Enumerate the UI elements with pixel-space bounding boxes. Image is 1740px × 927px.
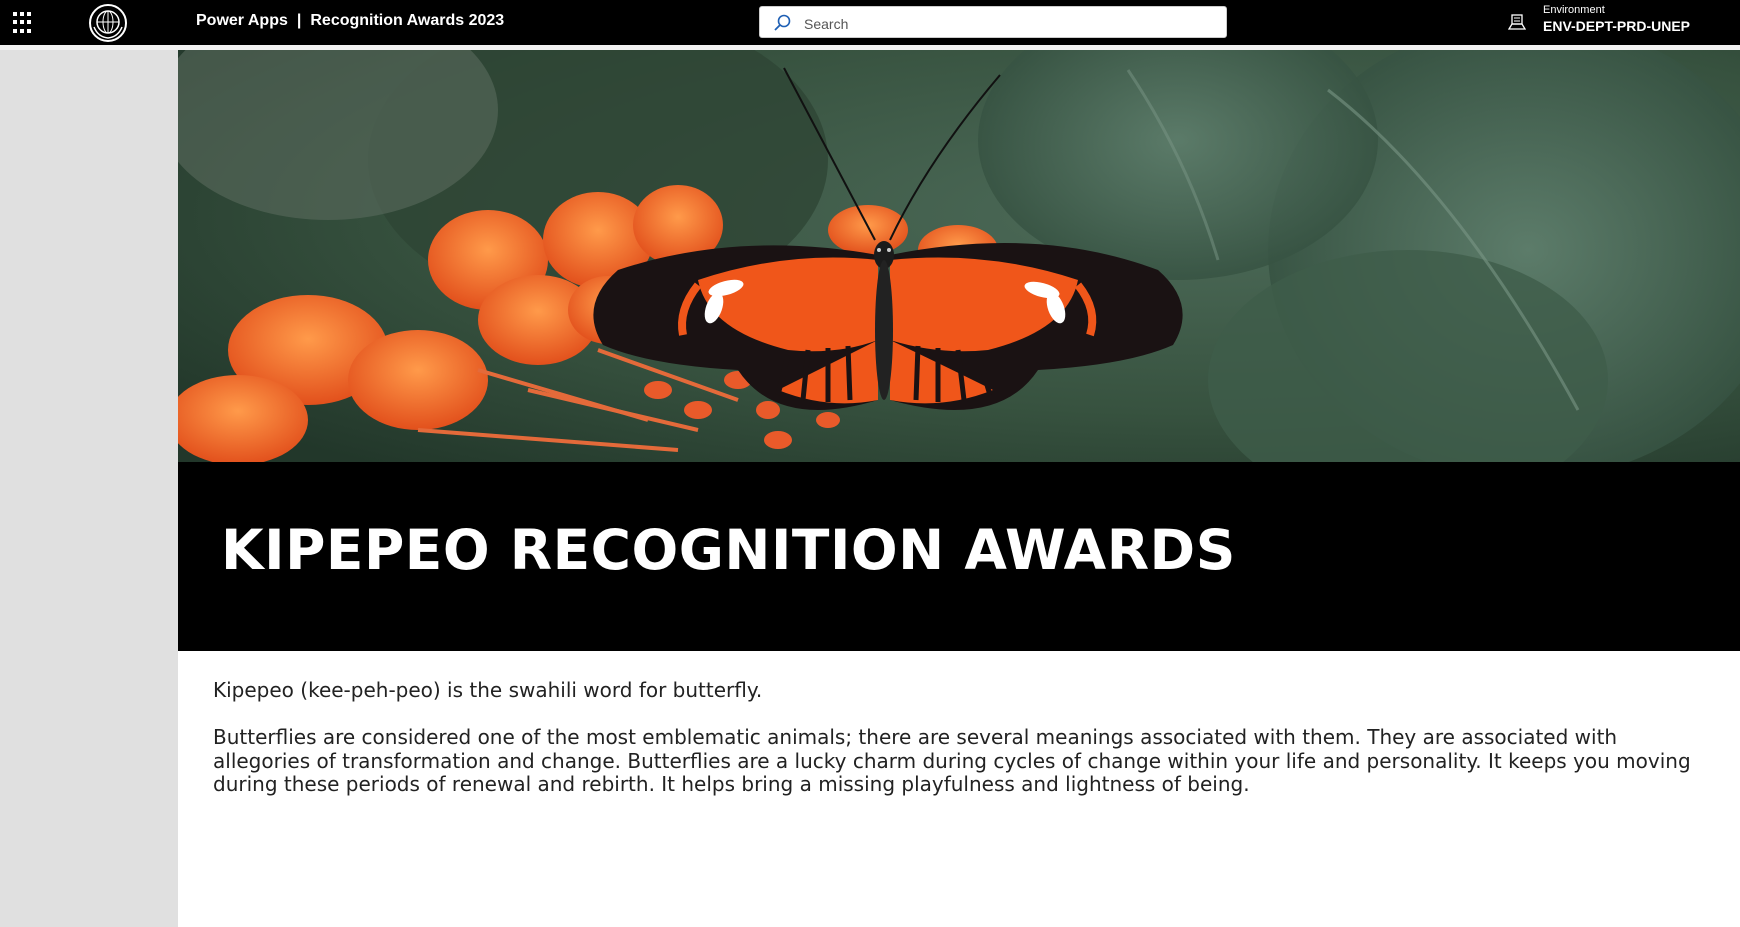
app-launcher-waffle-icon[interactable]	[13, 12, 35, 34]
environment-label: Environment	[1543, 4, 1605, 16]
description-paragraph: Kipepeo (kee-peh-peo) is the swahili wor…	[213, 678, 763, 702]
title-separator: |	[296, 12, 302, 29]
hero-butterfly-image	[178, 50, 1740, 462]
main-content: KIPEPEO RECOGNITION AWARDS Kipepeo (kee-…	[178, 50, 1740, 927]
search-input[interactable]	[802, 12, 1216, 36]
environment-value: ENV-DEPT-PRD-UNEP	[1543, 18, 1691, 34]
environment-icon	[1508, 14, 1526, 30]
left-margin-panel	[0, 50, 178, 927]
app-title[interactable]: Power Apps | Recognition Awards 2023	[196, 12, 504, 30]
search-box[interactable]	[759, 6, 1227, 38]
page-title: KIPEPEO RECOGNITION AWARDS	[221, 518, 1236, 582]
top-bar: Power Apps | Recognition Awards 2023 Envir…	[0, 0, 1740, 45]
title-banner: KIPEPEO RECOGNITION AWARDS	[178, 462, 1740, 651]
app-name: Recognition Awards 2023	[310, 12, 505, 29]
description-paragraph: Butterflies are considered one of the mo…	[213, 725, 1691, 796]
product-name: Power Apps	[196, 12, 288, 29]
search-icon	[774, 14, 791, 31]
un-emblem-icon	[89, 4, 127, 42]
